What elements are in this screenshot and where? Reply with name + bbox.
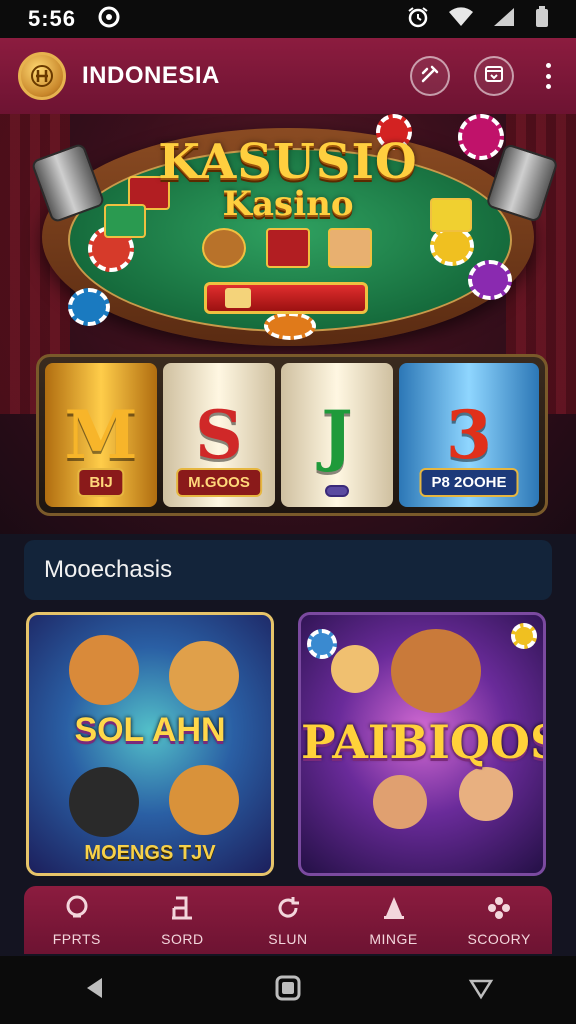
- flower-icon: [485, 894, 513, 927]
- game-card[interactable]: PAIBIQOS: [298, 612, 546, 876]
- cone-icon: [380, 894, 408, 927]
- status-time: 5:56: [28, 6, 77, 31]
- overflow-menu-button[interactable]: [538, 60, 558, 92]
- fox-character-icon: [169, 641, 239, 711]
- reel: S M.GOOS: [163, 363, 275, 507]
- reel-label: BIJ: [77, 468, 125, 497]
- game-card[interactable]: SOL AHN MOENGS TJV: [26, 612, 274, 876]
- tools-button[interactable]: [410, 56, 450, 96]
- game-subtitle: MOENGS TJV: [84, 842, 216, 864]
- reel-symbol: J: [321, 396, 353, 474]
- treasure-icon: [202, 228, 246, 268]
- back-icon[interactable]: [82, 975, 108, 1006]
- nav-item-fprts[interactable]: FPRTS: [27, 894, 127, 947]
- refresh-icon: [274, 894, 302, 927]
- reel-label: P8 2OOHE: [419, 468, 519, 497]
- slot-reels[interactable]: M BIJ S M.GOOS J 3 P8 2OOHE: [36, 354, 548, 516]
- nav-label: MINGE: [369, 930, 418, 947]
- app-bar: INDONESIA: [0, 38, 576, 114]
- reel: J: [281, 363, 393, 507]
- game-title: PAIBIQOS: [301, 715, 546, 769]
- bottom-nav: FPRTS SORD SLUN MINGE SCOORY: [24, 886, 552, 954]
- reel-label: M.GOOS: [176, 468, 262, 497]
- reel-symbol: M: [64, 396, 138, 474]
- hero-banner[interactable]: KASUSIO Kasino M BIJ S M.GOOS J 3 P8 2OO…: [0, 114, 576, 534]
- seat-icon: [168, 894, 196, 927]
- nav-item-slun[interactable]: SLUN: [238, 894, 338, 947]
- status-bar: 5:56: [0, 0, 576, 38]
- signal-icon: [492, 6, 516, 33]
- coin-icon: [511, 623, 537, 649]
- system-nav-bar: [0, 956, 576, 1024]
- chip-icon: [430, 226, 474, 266]
- nav-item-scoory[interactable]: SCOORY: [449, 894, 549, 947]
- nav-label: SLUN: [268, 930, 308, 947]
- nav-label: SORD: [161, 930, 204, 947]
- notification-icon: [98, 6, 120, 33]
- hero-title: KASUSIO: [158, 134, 418, 190]
- balloon-icon: [63, 894, 91, 927]
- hero-progress-bar: [204, 282, 368, 314]
- chip-icon: [68, 288, 110, 326]
- hero-subtitle: Kasino: [222, 184, 354, 224]
- bear-character-icon: [391, 629, 481, 713]
- wifi-icon: [448, 6, 474, 33]
- reel: M BIJ: [45, 363, 157, 507]
- wallet-button[interactable]: [474, 56, 514, 96]
- recents-icon[interactable]: [468, 975, 494, 1006]
- wallet-icon: [483, 63, 505, 90]
- person-character-icon: [373, 775, 427, 829]
- nav-item-sord[interactable]: SORD: [132, 894, 232, 947]
- nav-label: SCOORY: [467, 930, 531, 947]
- person-character-icon: [331, 645, 379, 693]
- dog-character-icon: [69, 767, 139, 837]
- chip-icon: [468, 260, 512, 300]
- nav-label: FPRTS: [52, 930, 101, 947]
- fox-character-icon: [69, 635, 139, 705]
- gift-icon: [266, 228, 310, 268]
- battery-icon: [534, 5, 550, 34]
- person-character-icon: [459, 767, 513, 821]
- character-icon: [328, 228, 372, 268]
- chip-icon: [264, 312, 316, 340]
- section-header[interactable]: Mooechasis: [24, 540, 552, 600]
- home-icon[interactable]: [273, 973, 303, 1008]
- nav-item-minge[interactable]: MINGE: [344, 894, 444, 947]
- app-title: INDONESIA: [82, 62, 220, 89]
- reel-symbol: 3: [446, 396, 492, 474]
- reel: 3 P8 2OOHE: [399, 363, 539, 507]
- reel-symbol: S: [195, 396, 243, 474]
- reel-label: [325, 485, 349, 497]
- chip-icon: [307, 629, 337, 659]
- alarm-icon: [406, 5, 430, 34]
- fox-character-icon: [169, 765, 239, 835]
- coin-logo-icon[interactable]: [18, 52, 66, 100]
- game-title: SOL AHN: [74, 711, 226, 749]
- tools-icon: [419, 63, 441, 90]
